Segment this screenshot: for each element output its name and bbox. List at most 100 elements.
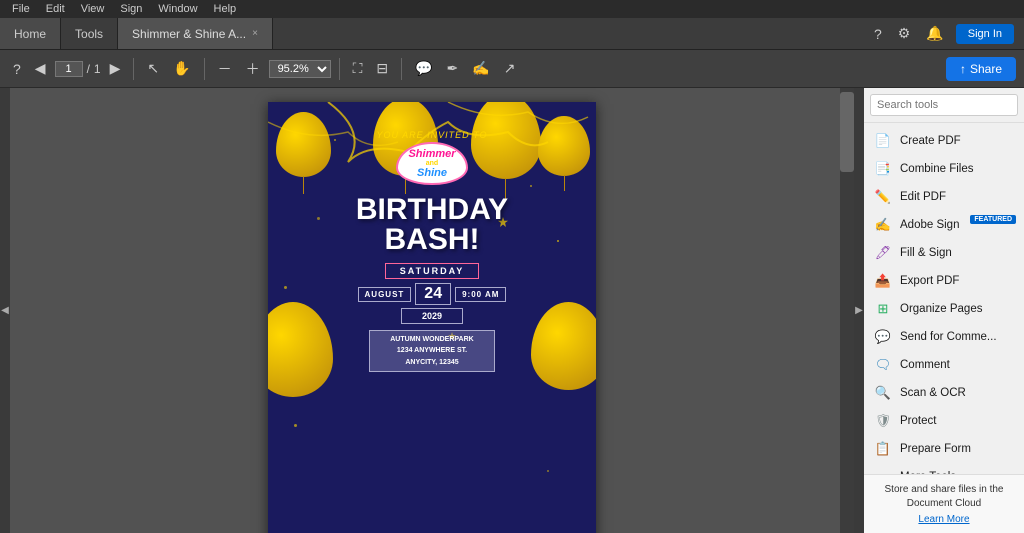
toolbar-sep2 [204, 58, 205, 80]
export-pdf-label: Export PDF [900, 275, 959, 287]
pen-tool[interactable]: ✒ [442, 57, 464, 80]
zoom-in[interactable]: ＋ [241, 56, 265, 82]
notification-icon[interactable]: 🔔 [922, 23, 947, 44]
menu-item-window[interactable]: Window [152, 3, 203, 15]
share-icon: ↑ [960, 62, 966, 76]
tool-item-protect[interactable]: 🛡Protect [864, 407, 1024, 435]
shimmer-shine-logo: Shimmer and Shine [396, 142, 467, 185]
page-input[interactable] [55, 61, 83, 77]
adobe-sign-icon: ✍ [874, 216, 892, 234]
more-tools-icon: ••• [874, 468, 892, 474]
zoom-select[interactable]: 95.2% [269, 60, 331, 78]
tool-item-comment[interactable]: 🗨Comment [864, 351, 1024, 379]
tab-doc[interactable]: Shimmer & Shine A... × [118, 18, 273, 49]
tab-close[interactable]: × [252, 28, 258, 39]
scroll-mode[interactable]: ⊟ [371, 57, 393, 80]
tab-bar-right: ? ⚙ 🔔 Sign In [870, 18, 1024, 49]
share-label: Share [970, 62, 1002, 76]
page-total: 1 [94, 62, 101, 76]
menu-item-file[interactable]: File [6, 3, 36, 15]
right-panel-toggle[interactable]: ▶ [854, 88, 864, 533]
comment-icon: 🗨 [874, 356, 892, 374]
tool-item-more-tools[interactable]: ••• More Tools [864, 463, 1024, 474]
share-button[interactable]: ↑ Share [946, 57, 1016, 81]
send-for-comment-label: Send for Comme... [900, 331, 997, 343]
more-tools-label: More Tools [900, 471, 956, 474]
export-pdf-icon: 📤 [874, 272, 892, 290]
toolbar-sep4 [401, 58, 402, 80]
adobe-sign-label: Adobe Sign [900, 219, 959, 231]
zoom-out[interactable]: － [213, 56, 237, 82]
fill-sign-label: Fill & Sign [900, 247, 952, 259]
edit-pdf-icon: ✏️ [874, 188, 892, 206]
date-row: AUGUST 24 9:00 AM [358, 283, 507, 305]
tool-item-export-pdf[interactable]: 📤 Export PDF [864, 267, 1024, 295]
toolbar: ? ◀ / 1 ▶ ↖ ✋ － ＋ 95.2% ⛶ ⊟ 💬 ✒ ✍ ↗ ↑ Sh… [0, 50, 1024, 88]
right-tools-panel: 📄 Create PDF 📑 Combine Files ✏️ Edit PDF ✍ Adob… [864, 88, 1024, 533]
tool-item-organize-pages[interactable]: ⊞Organize Pages [864, 295, 1024, 323]
tool-item-send-for-comment[interactable]: 💬Send for Comme... [864, 323, 1024, 351]
tools-list: 📄 Create PDF 📑 Combine Files ✏️ Edit PDF ✍ Adob… [864, 123, 1024, 474]
tool-item-adobe-sign[interactable]: ✍Adobe SignFEATURED [864, 211, 1024, 239]
organize-pages-icon: ⊞ [874, 300, 892, 318]
search-tools-input[interactable] [870, 94, 1018, 116]
edit-pdf-label: Edit PDF [900, 191, 946, 203]
venue1: AUTUMN WONDERPARK [390, 334, 473, 345]
next-page[interactable]: ▶ [105, 57, 126, 80]
tab-tools[interactable]: Tools [61, 18, 118, 49]
year-box: 2029 [401, 308, 463, 324]
menu-item-help[interactable]: Help [208, 3, 243, 15]
search-tools-section [864, 88, 1024, 123]
scan-ocr-label: Scan & OCR [900, 387, 966, 399]
venue3: ANYCITY, 12345 [390, 357, 473, 368]
bottom-panel-text: Store and share files in the Document Cl… [872, 483, 1016, 511]
comment-tool[interactable]: 💬 [410, 57, 437, 80]
scroll-thumb[interactable] [840, 92, 854, 172]
tab-home[interactable]: Home [0, 18, 61, 49]
menu-bar: // Will be rendered after page load File… [0, 0, 1024, 18]
settings-icon[interactable]: ⚙ [894, 23, 915, 44]
shine-text: Shine [408, 167, 455, 179]
left-panel-toggle[interactable]: ◀ [0, 88, 10, 533]
share-tool-icon[interactable]: ↗ [499, 57, 521, 80]
tool-item-combine-files[interactable]: 📑 Combine Files [864, 155, 1024, 183]
learn-more-link[interactable]: Learn More [872, 514, 1016, 525]
toolbar-sep1 [133, 58, 134, 80]
sign-tool[interactable]: ✍ [467, 57, 494, 80]
select-tool[interactable]: ↖ [142, 57, 164, 80]
prev-page[interactable]: ◀ [30, 57, 51, 80]
create-pdf-icon: 📄 [874, 132, 892, 150]
protect-label: Protect [900, 415, 936, 427]
tool-item-create-pdf[interactable]: 📄 Create PDF [864, 127, 1024, 155]
help-icon[interactable]: ? [870, 24, 886, 44]
menu-item-sign[interactable]: Sign [114, 3, 148, 15]
tool-item-prepare-form[interactable]: 📋Prepare Form [864, 435, 1024, 463]
hand-tool[interactable]: ✋ [168, 57, 195, 80]
vertical-scrollbar[interactable] [840, 88, 854, 533]
menu-item-view[interactable]: View [75, 3, 111, 15]
fit-page[interactable]: ⛶ [348, 57, 368, 80]
prepare-form-icon: 📋 [874, 440, 892, 458]
day-box: 24 [415, 283, 451, 305]
right-chevron-icon: ▶ [855, 305, 863, 316]
tool-item-scan-ocr[interactable]: 🔍Scan & OCR [864, 379, 1024, 407]
sign-in-button[interactable]: Sign In [956, 24, 1014, 44]
venue-box: AUTUMN WONDERPARK 1234 ANYWHERE ST. ANYC… [369, 330, 494, 372]
tool-item-fill-sign[interactable]: 🖊 Fill & Sign [864, 239, 1024, 267]
tab-doc-label: Shimmer & Shine A... [132, 27, 246, 41]
toolbar-sep3 [339, 58, 340, 80]
pdf-viewer[interactable]: YOU ARE INVITED TO Shimmer and Shine BIR… [10, 88, 854, 533]
combine-files-icon: 📑 [874, 160, 892, 178]
birthday-text: BIRTHDAY BASH! [356, 195, 508, 255]
pdf-content: YOU ARE INVITED TO Shimmer and Shine BIR… [268, 102, 596, 533]
fill-sign-icon: 🖊 [874, 244, 892, 262]
invited-text: YOU ARE INVITED TO [376, 130, 487, 140]
combine-files-label: Combine Files [900, 163, 974, 175]
cursor-tool[interactable]: ? [8, 58, 26, 80]
tool-item-edit-pdf[interactable]: ✏️ Edit PDF [864, 183, 1024, 211]
menu-item-edit[interactable]: Edit [40, 3, 71, 15]
page-nav: / 1 [55, 61, 101, 77]
saturday-box: SATURDAY [385, 263, 480, 279]
create-pdf-label: Create PDF [900, 135, 961, 147]
bottom-panel: Store and share files in the Document Cl… [864, 474, 1024, 533]
